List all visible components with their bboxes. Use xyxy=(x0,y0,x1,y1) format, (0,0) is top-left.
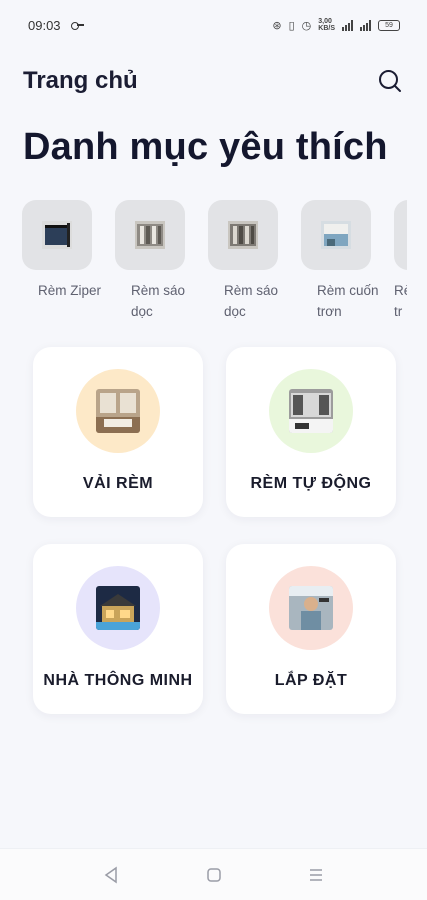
category-circle xyxy=(269,566,353,650)
category-label: NHÀ THÔNG MINH xyxy=(43,672,193,689)
vertical-blind-photo xyxy=(115,200,185,270)
battery-icon: 59 xyxy=(378,19,400,31)
network-speed: 3,00 KB/S xyxy=(318,18,335,32)
favorite-label: Rèm Ziper xyxy=(38,283,102,298)
hotspot-icon: ⊛ xyxy=(272,19,282,32)
signal-icon xyxy=(342,19,353,31)
vibrate-icon: ▯ xyxy=(288,19,295,32)
category-label: RÈM TỰ ĐỘNG xyxy=(250,475,372,492)
favorite-item-roller-blind[interactable]: Rèm cuốn trơn xyxy=(301,200,379,322)
favorite-label: Rèm sáo dọc xyxy=(131,283,186,319)
search-icon[interactable] xyxy=(377,68,403,94)
category-card-installation[interactable]: LẮP ĐẶT xyxy=(226,544,396,714)
favorite-label: Rèm sáo dọc xyxy=(224,283,279,319)
battery-level: 59 xyxy=(385,21,393,29)
category-circle xyxy=(269,369,353,453)
category-circle xyxy=(76,369,160,453)
status-bar: 09:03 ⊛ ▯ ◷ 3,00 KB/S 59 xyxy=(0,0,427,50)
category-card-smart-home[interactable]: NHÀ THÔNG MINH xyxy=(33,544,203,714)
home-icon[interactable] xyxy=(202,863,226,887)
smart-home-photo xyxy=(96,586,140,630)
vertical-blind-photo xyxy=(208,200,278,270)
roller-blind-photo xyxy=(301,200,371,270)
category-label: VẢI RÈM xyxy=(82,475,154,492)
alarm-icon: ◷ xyxy=(301,19,312,32)
favorites-title: Danh mục yêu thích xyxy=(23,126,388,168)
category-card-fabric[interactable]: VẢI RÈM xyxy=(33,347,203,517)
favorite-label: Rè tr xyxy=(394,283,407,319)
category-label: LẮP ĐẶT xyxy=(274,672,348,689)
system-nav-bar xyxy=(0,848,427,900)
category-card-automatic-curtain[interactable]: RÈM TỰ ĐỘNG xyxy=(226,347,396,517)
blind-photo xyxy=(394,200,407,270)
page-title: Trang chủ xyxy=(23,67,138,94)
installation-photo xyxy=(289,586,333,630)
app-header: Trang chủ xyxy=(0,58,427,104)
favorite-item-partial[interactable]: Rè tr xyxy=(394,200,407,322)
category-circle xyxy=(76,566,160,650)
fabric-curtain-photo xyxy=(96,389,140,433)
favorite-item-vertical-blind-2[interactable]: Rèm sáo dọc xyxy=(208,200,280,322)
signal-icon-2 xyxy=(360,19,371,31)
vpn-key-icon xyxy=(70,21,85,30)
favorite-item-zipper[interactable]: Rèm Ziper xyxy=(22,200,101,301)
favorite-item-vertical-blind[interactable]: Rèm sáo dọc xyxy=(115,200,187,322)
status-time: 09:03 xyxy=(28,17,61,33)
favorite-label: Rèm cuốn trơn xyxy=(317,283,379,319)
back-icon[interactable] xyxy=(100,863,124,887)
zipper-blind-photo xyxy=(22,200,92,270)
automatic-curtain-photo xyxy=(289,389,333,433)
favorites-list[interactable]: Rèm Ziper Rèm sáo dọc Rèm sáo dọc Rèm cu… xyxy=(22,200,407,325)
menu-icon[interactable] xyxy=(304,863,328,887)
